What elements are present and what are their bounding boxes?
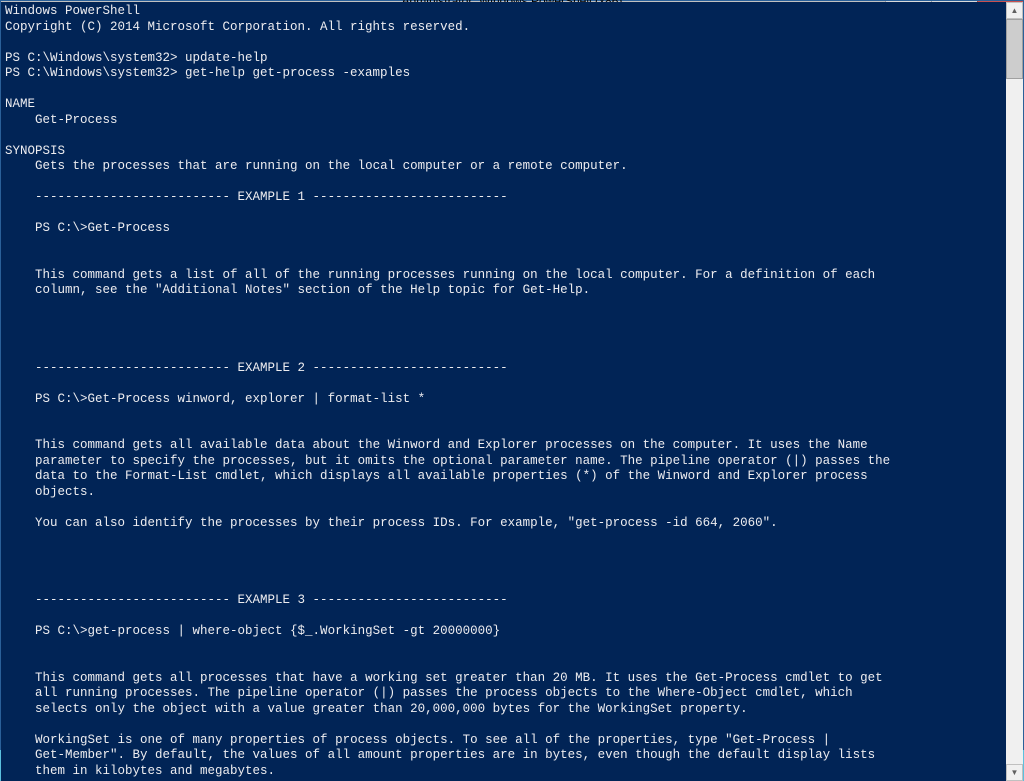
console-line: PS C:\Windows\system32> get-help get-pro… bbox=[5, 66, 410, 80]
console-line: -------------------------- EXAMPLE 3 ---… bbox=[5, 593, 508, 607]
console-line: WorkingSet is one of many properties of … bbox=[5, 733, 875, 778]
scroll-thumb[interactable] bbox=[1006, 19, 1023, 79]
console-line: PS C:\>get-process | where-object {$_.Wo… bbox=[5, 624, 500, 638]
console-line: Windows PowerShell bbox=[5, 4, 140, 18]
console-line: NAME bbox=[5, 97, 35, 111]
console-line: This command gets all available data abo… bbox=[5, 438, 890, 499]
console-output[interactable]: Windows PowerShell Copyright (C) 2014 Mi… bbox=[1, 2, 1006, 781]
scroll-track[interactable] bbox=[1006, 19, 1023, 764]
console-line: This command gets all processes that hav… bbox=[5, 671, 883, 716]
console-line: PS C:\>Get-Process winword, explorer | f… bbox=[5, 392, 425, 406]
console-line: This command gets a list of all of the r… bbox=[5, 268, 875, 298]
console-line: PS C:\Windows\system32> update-help bbox=[5, 51, 268, 65]
scroll-up-arrow-icon[interactable]: ▲ bbox=[1006, 2, 1023, 19]
scroll-down-arrow-icon[interactable]: ▼ bbox=[1006, 764, 1023, 781]
powershell-window: Administrator: Windows PowerShell (x86) … bbox=[0, 0, 1024, 750]
console-line: You can also identify the processes by t… bbox=[5, 516, 778, 530]
console-line: SYNOPSIS bbox=[5, 144, 65, 158]
console-line: Gets the processes that are running on t… bbox=[5, 159, 628, 173]
vertical-scrollbar[interactable]: ▲ ▼ bbox=[1006, 2, 1023, 781]
console-line: -------------------------- EXAMPLE 2 ---… bbox=[5, 361, 508, 375]
console-line: -------------------------- EXAMPLE 1 ---… bbox=[5, 190, 508, 204]
console-area: Windows PowerShell Copyright (C) 2014 Mi… bbox=[1, 2, 1023, 781]
console-line: Copyright (C) 2014 Microsoft Corporation… bbox=[5, 20, 470, 34]
console-line: Get-Process bbox=[5, 113, 118, 127]
console-line: PS C:\>Get-Process bbox=[5, 221, 170, 235]
